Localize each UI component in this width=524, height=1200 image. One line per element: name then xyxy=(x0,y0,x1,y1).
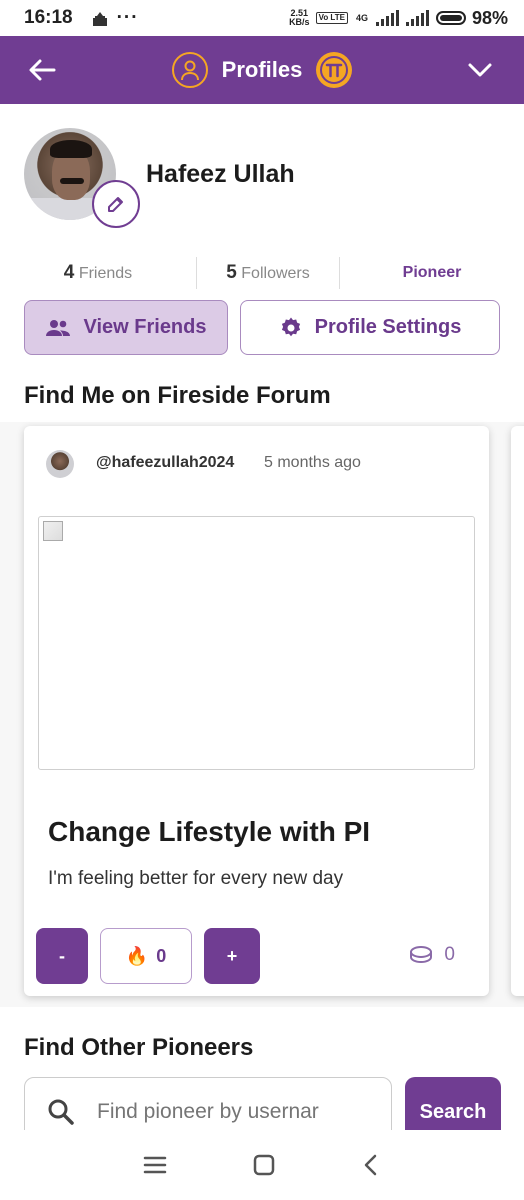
coin-count: 0 xyxy=(444,944,455,965)
fire-count: 0 xyxy=(156,945,167,966)
next-post-card[interactable] xyxy=(511,426,524,996)
coins-icon xyxy=(410,946,433,964)
edit-icon xyxy=(108,197,123,212)
fire-reaction-button[interactable]: 🔥 0 xyxy=(100,928,192,984)
friends-stat[interactable]: 4 Friends xyxy=(0,262,196,284)
broken-image-icon xyxy=(43,521,63,541)
forum-post-card[interactable]: @hafeezullah2024 5 months ago Change Lif… xyxy=(24,426,489,996)
back-icon[interactable] xyxy=(361,1153,381,1177)
volte-icon: Vo LTE xyxy=(315,12,348,24)
gear-icon xyxy=(281,317,300,336)
post-author-handle[interactable]: @hafeezullah2024 xyxy=(96,454,234,472)
back-arrow-icon[interactable] xyxy=(24,52,60,88)
fire-icon: 🔥 xyxy=(125,945,149,966)
system-nav-bar xyxy=(0,1130,524,1200)
people-icon xyxy=(46,319,71,336)
find-pioneers-title: Find Other Pioneers xyxy=(24,1034,254,1061)
search-input[interactable] xyxy=(97,1100,367,1124)
profile-badge-icon xyxy=(171,52,208,88)
battery-percent: 98% xyxy=(471,7,508,28)
post-image[interactable] xyxy=(38,516,475,770)
app-bar: Profiles xyxy=(0,36,524,104)
chevron-down-icon[interactable] xyxy=(462,52,498,88)
pi-coin-icon xyxy=(316,52,353,88)
page-title: Profiles xyxy=(221,57,303,82)
forum-section-title: Find Me on Fireside Forum xyxy=(24,382,331,409)
coin-tips[interactable]: 0 xyxy=(408,944,455,966)
profile-name: Hafeez Ullah xyxy=(146,160,295,188)
network-speed: 2.51 KB/s xyxy=(289,8,310,27)
upvote-button[interactable]: + xyxy=(204,928,260,984)
followers-stat[interactable]: 5 Followers xyxy=(197,262,339,284)
profile-stats: 4 Friends 5 Followers Pioneer xyxy=(0,256,524,290)
role-stat: Pioneer xyxy=(402,264,462,281)
status-bar: 16:18 ··· 2.51 KB/s Vo LTE 4G 98% xyxy=(0,0,524,36)
signal-icon-2 xyxy=(405,10,429,26)
network-type: 4G xyxy=(355,13,368,23)
post-body: I'm feeling better for every new day xyxy=(48,868,344,889)
home-icon[interactable] xyxy=(252,1153,276,1177)
view-friends-button[interactable]: View Friends xyxy=(24,300,228,355)
post-title[interactable]: Change Lifestyle with PI xyxy=(48,816,370,848)
battery-icon xyxy=(435,11,466,25)
edit-avatar-button[interactable] xyxy=(92,180,140,228)
search-icon xyxy=(48,1099,74,1125)
menu-icon[interactable] xyxy=(143,1155,167,1175)
profile-settings-button[interactable]: Profile Settings xyxy=(240,300,500,355)
post-timestamp: 5 months ago xyxy=(264,454,361,471)
post-author-avatar[interactable] xyxy=(46,450,74,478)
mosque-icon xyxy=(92,12,107,26)
signal-icon xyxy=(375,10,399,26)
status-time: 16:18 xyxy=(24,7,73,28)
more-notifications-icon: ··· xyxy=(116,7,139,28)
downvote-button[interactable]: - xyxy=(36,928,88,984)
